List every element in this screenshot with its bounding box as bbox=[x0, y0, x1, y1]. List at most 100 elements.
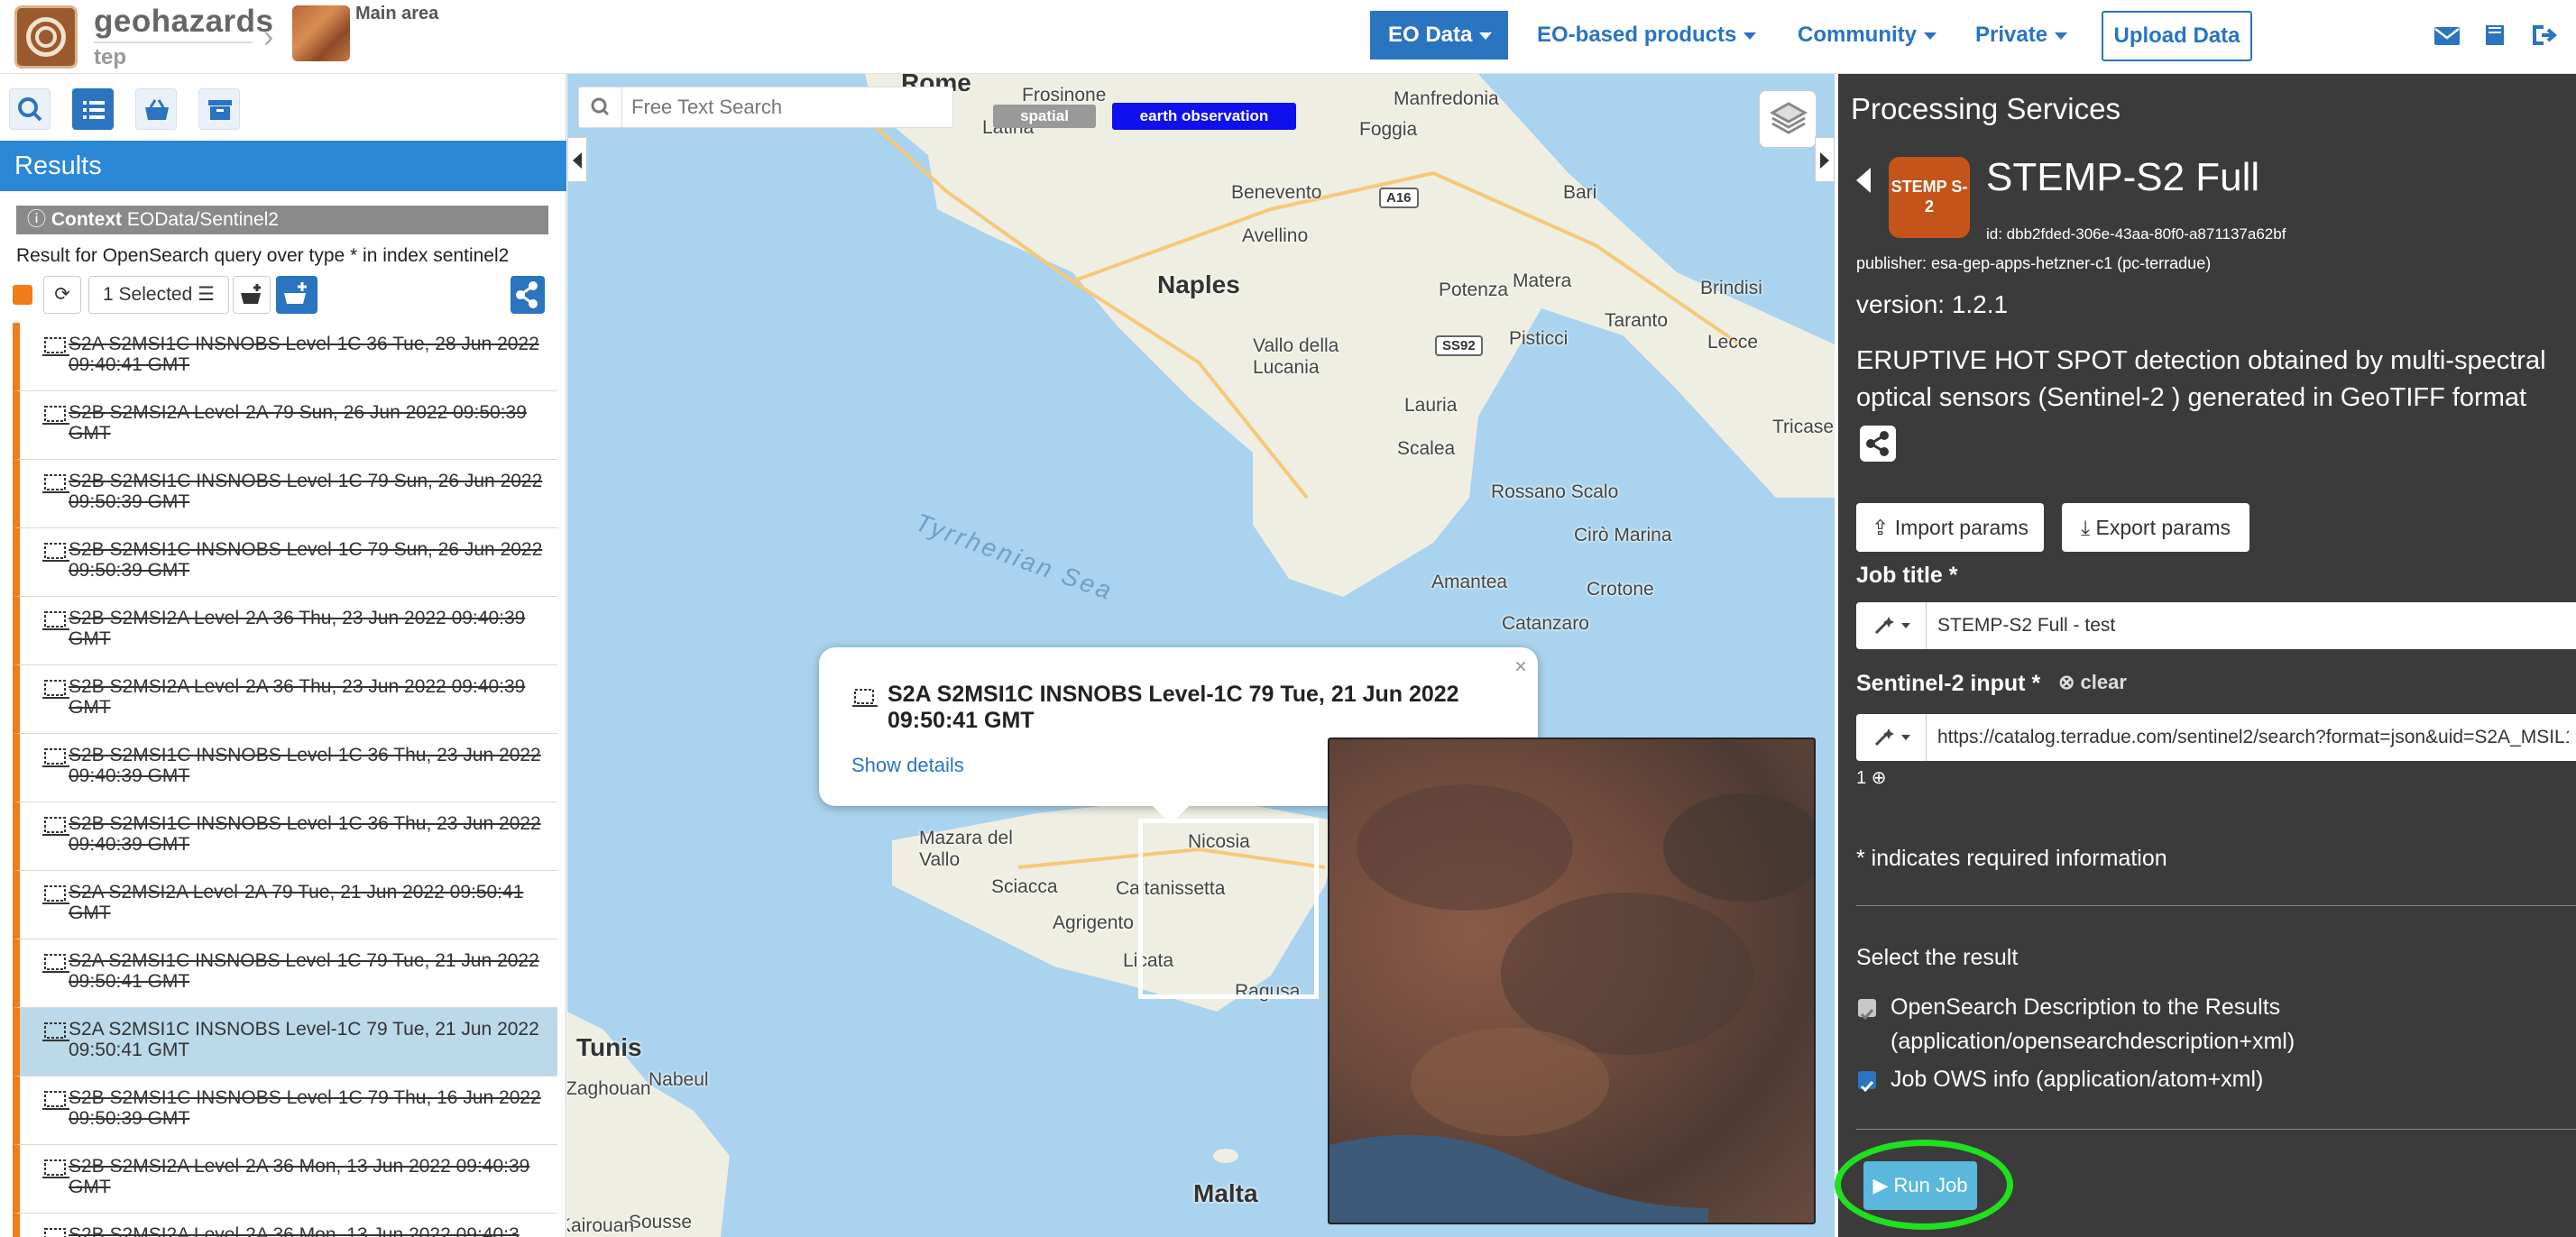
list-item[interactable]: S2B S2MSI1C INSNOBS Level-1C 36 Thu, 23 … bbox=[13, 802, 557, 871]
share-button[interactable] bbox=[511, 276, 545, 314]
nav-private[interactable]: Private bbox=[1966, 11, 2076, 60]
map-label: Mazara del Vallo bbox=[919, 828, 1013, 870]
job-ows-checkbox[interactable] bbox=[1858, 1071, 1876, 1093]
list-item[interactable]: S2B S2MSI2A Level-2A 79 Sun, 26 Jun 2022… bbox=[13, 391, 557, 460]
list-item[interactable]: S2B S2MSI2A Level-2A 36 Mon, 13 Jun 2022… bbox=[13, 1145, 557, 1214]
nav-community-label: Community bbox=[1798, 23, 1917, 47]
mail-icon[interactable] bbox=[2432, 20, 2462, 50]
list-item[interactable]: S2B S2MSI1C INSNOBS Level-1C 36 Thu, 23 … bbox=[13, 734, 557, 802]
show-details-link[interactable]: Show details bbox=[851, 754, 964, 777]
selection-menu-button[interactable]: 1 Selected ☰ bbox=[88, 276, 229, 314]
collapse-left-panel-button[interactable] bbox=[567, 137, 587, 182]
brand-subtitle: tep bbox=[94, 41, 253, 70]
select-all-checkbox[interactable] bbox=[13, 285, 32, 305]
filter-tag-earth-observation[interactable]: earth observation bbox=[1112, 103, 1296, 130]
export-params-button[interactable]: ⤓ Export params bbox=[2062, 503, 2249, 552]
collapse-right-panel-button[interactable] bbox=[1815, 137, 1835, 182]
footprint-icon bbox=[42, 1091, 69, 1110]
search-icon bbox=[18, 97, 42, 122]
list-item[interactable]: S2B S2MSI2A Level-2A 36 Mon, 13 Jun 2022… bbox=[13, 1214, 557, 1237]
magic-wand-dropdown[interactable] bbox=[1856, 602, 1927, 649]
footprint-icon bbox=[42, 954, 69, 973]
nav-eo-data-label: EO Data bbox=[1388, 23, 1473, 47]
tab-archive[interactable] bbox=[198, 88, 240, 130]
tab-search[interactable] bbox=[9, 88, 51, 130]
job-title-input[interactable] bbox=[1937, 611, 2569, 640]
plus-circle-icon[interactable]: ⊕ bbox=[1872, 768, 1887, 788]
context-label: Context bbox=[51, 209, 123, 230]
results-toolbar: ⟳ 1 Selected ☰ bbox=[13, 276, 554, 316]
map-label: Malta bbox=[1193, 1179, 1258, 1207]
result-title: S2A S2MSI1C INSNOBS Level-1C 79 Tue, 21 … bbox=[69, 950, 539, 992]
map-label: Zaghouan bbox=[567, 1078, 651, 1099]
map-label: Bari bbox=[1563, 182, 1597, 203]
map-view[interactable]: Rome Frosinone Latina Manfredonia Foggia… bbox=[567, 74, 1835, 1237]
list-item[interactable]: S2A S2MSI1C INSNOBS Level-1C 79 Tue, 21 … bbox=[13, 939, 557, 1008]
service-version: version: 1.2.1 bbox=[1856, 290, 2009, 318]
list-icon bbox=[83, 101, 105, 119]
sentinel2-input[interactable] bbox=[1937, 723, 2569, 752]
result-title: S2A S2MSI1C INSNOBS Level-1C 79 Tue, 21 … bbox=[69, 1019, 539, 1060]
tab-list[interactable] bbox=[72, 88, 114, 130]
highlight-ring bbox=[1835, 1140, 2013, 1230]
area-label[interactable]: Main area bbox=[355, 4, 438, 24]
refresh-button[interactable]: ⟳ bbox=[43, 276, 81, 314]
list-item-selected[interactable]: S2A S2MSI1C INSNOBS Level-1C 79 Tue, 21 … bbox=[13, 1008, 557, 1077]
list-item[interactable]: S2B S2MSI1C INSNOBS Level-1C 79 Sun, 26 … bbox=[13, 460, 557, 528]
footprint-icon bbox=[42, 748, 69, 767]
magic-wand-dropdown[interactable] bbox=[1856, 714, 1927, 761]
result-title: S2A S2MSI1C INSNOBS Level-1C 36 Tue, 28 … bbox=[69, 334, 539, 375]
book-icon[interactable] bbox=[2480, 20, 2511, 50]
add-to-basket-button[interactable] bbox=[233, 276, 271, 314]
list-item[interactable]: S2B S2MSI2A Level-2A 36 Thu, 23 Jun 2022… bbox=[13, 665, 557, 734]
back-arrow-icon[interactable] bbox=[1856, 168, 1871, 193]
tab-basket[interactable] bbox=[135, 88, 177, 130]
result-title: S2A S2MSI2A Level-2A 79 Tue, 21 Jun 2022… bbox=[69, 882, 524, 923]
geohazards-logo[interactable] bbox=[14, 5, 78, 69]
add-all-to-basket-button[interactable] bbox=[276, 276, 317, 314]
list-item[interactable]: S2B S2MSI1C INSNOBS Level-1C 79 Sun, 26 … bbox=[13, 528, 557, 597]
map-label: Kairouan bbox=[567, 1215, 635, 1236]
satellite-texture bbox=[1329, 784, 1814, 1223]
result-title: S2B S2MSI2A Level-2A 36 Thu, 23 Jun 2022… bbox=[69, 608, 526, 649]
sentinel2-input-field bbox=[1856, 714, 2576, 761]
nav-eo-data[interactable]: EO Data bbox=[1370, 11, 1508, 60]
map-label: Scalea bbox=[1397, 438, 1456, 459]
list-item[interactable]: S2B S2MSI2A Level-2A 36 Thu, 23 Jun 2022… bbox=[13, 597, 557, 665]
share-button[interactable] bbox=[1860, 426, 1896, 462]
upload-data-button[interactable]: Upload Data bbox=[2102, 11, 2252, 61]
close-icon[interactable]: × bbox=[1514, 655, 1527, 680]
panel-title: Processing Services bbox=[1851, 92, 2121, 125]
basket-add-icon bbox=[241, 284, 261, 304]
product-footprint[interactable] bbox=[1138, 819, 1319, 999]
footprint-icon bbox=[42, 543, 69, 562]
footprint-icon bbox=[42, 817, 69, 836]
map-label: Matera bbox=[1513, 270, 1572, 291]
result-title: S2B S2MSI1C INSNOBS Level-1C 36 Thu, 23 … bbox=[69, 813, 541, 855]
info-icon: ⓘ bbox=[27, 209, 51, 230]
footprint-icon bbox=[42, 1022, 69, 1041]
footprint-icon bbox=[42, 474, 69, 493]
breadcrumb-chevron-icon: › bbox=[263, 20, 274, 54]
list-item[interactable]: S2A S2MSI2A Level-2A 79 Tue, 21 Jun 2022… bbox=[13, 871, 557, 939]
nav-community[interactable]: Community bbox=[1789, 11, 1946, 60]
list-item[interactable]: S2B S2MSI1C INSNOBS Level-1C 79 Thu, 16 … bbox=[13, 1077, 557, 1145]
search-input[interactable] bbox=[631, 93, 947, 122]
signout-icon[interactable] bbox=[2529, 20, 2560, 50]
clear-input-link[interactable]: ⊗ clear bbox=[2058, 671, 2127, 694]
footprint-icon bbox=[42, 611, 69, 630]
import-params-button[interactable]: ⇪ Import params bbox=[1856, 503, 2044, 552]
map-label: Frosinone bbox=[1022, 85, 1107, 105]
select-result-heading: Select the result bbox=[1856, 945, 2019, 970]
opensearch-checkbox[interactable] bbox=[1858, 999, 1876, 1021]
nav-eo-based-products[interactable]: EO-based products bbox=[1528, 11, 1765, 60]
filter-tag-spatial[interactable]: spatial bbox=[993, 105, 1096, 128]
area-thumbnail[interactable] bbox=[292, 5, 350, 61]
map-label: Sciacca bbox=[991, 876, 1058, 897]
layers-button[interactable] bbox=[1759, 90, 1817, 148]
search-icon[interactable] bbox=[579, 87, 622, 127]
map-label: Crotone bbox=[1587, 579, 1654, 600]
list-item[interactable]: S2A S2MSI1C INSNOBS Level-1C 36 Tue, 28 … bbox=[13, 323, 557, 391]
option-job-ows: Job OWS info (application/atom+xml) bbox=[1858, 1062, 2263, 1096]
divider bbox=[1856, 1129, 2576, 1130]
